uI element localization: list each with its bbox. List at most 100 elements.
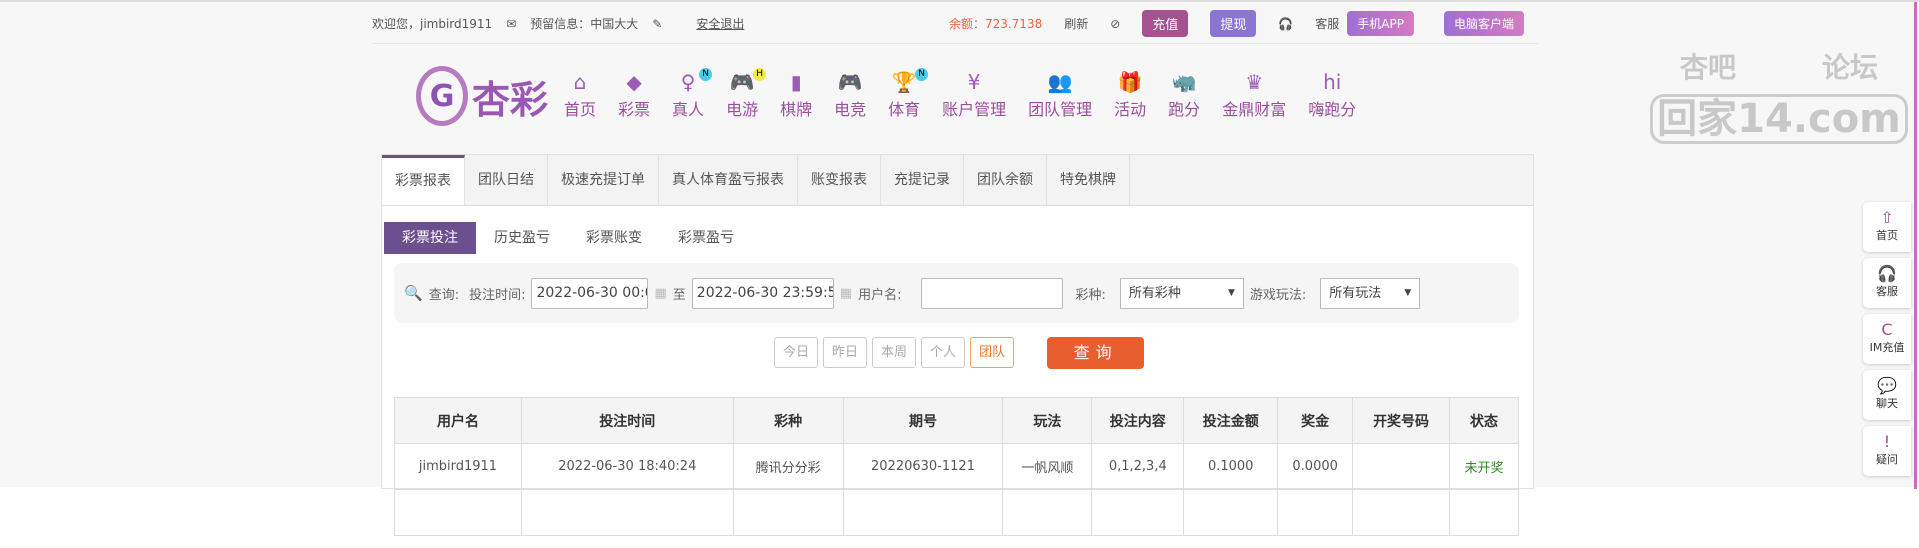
sub-tab[interactable]: 彩票投注	[384, 222, 476, 254]
rhino-icon: 🦏	[1171, 70, 1197, 94]
tab[interactable]: 特免棋牌	[1047, 155, 1130, 205]
nav-item[interactable]: 🎮 电游 H	[722, 68, 767, 120]
refresh-link[interactable]: 刷新	[1064, 15, 1088, 32]
arrow-up-icon: ⇧	[1880, 208, 1894, 227]
table-cell: 腾讯分分彩	[732, 443, 844, 490]
table-cell	[1002, 489, 1093, 536]
calendar-icon[interactable]: ▦	[840, 286, 852, 301]
ticket-icon: ◆	[626, 70, 642, 94]
pc-client-button[interactable]: 电脑客户端	[1443, 11, 1524, 36]
headset-icon: 🎧	[1278, 16, 1294, 31]
table-cell	[1352, 489, 1450, 536]
column-header: 奖金	[1277, 397, 1354, 444]
nav-item[interactable]: ♀ 真人 N	[668, 68, 713, 120]
sub-tab[interactable]: 历史盈亏	[476, 222, 568, 254]
eye-hide-icon[interactable]: ⊘	[1110, 17, 1120, 31]
nav-label: 彩票	[618, 100, 651, 119]
sub-tab[interactable]: 彩票账变	[568, 222, 660, 254]
dealer-icon: ♀	[680, 70, 696, 94]
table-cell	[842, 489, 1004, 536]
side-button[interactable]: 💬 聊天	[1863, 370, 1911, 420]
username-input[interactable]	[921, 277, 1064, 309]
nav-item[interactable]: ⌂ 首页	[560, 70, 600, 120]
quick-filter-button[interactable]: 本周	[872, 337, 917, 368]
nav-label: 真人	[672, 100, 705, 119]
mobile-app-button[interactable]: 手机APP	[1347, 11, 1414, 36]
tab[interactable]: 团队余额	[964, 155, 1047, 205]
nav-item[interactable]: ♛ 金鼎财富	[1218, 70, 1290, 120]
table-cell: 未开奖	[1449, 443, 1519, 490]
quick-filter-button[interactable]: 个人	[921, 337, 966, 368]
page: 欢迎您，jimbird1911 ✉ 预留信息：中国大大 ✎ 安全退出 余额：72…	[0, 0, 1919, 536]
side-button[interactable]: 🎧 客服	[1863, 258, 1911, 308]
nav-item[interactable]: ▮ 棋牌	[776, 70, 816, 120]
lottery-label: 彩种:	[1075, 287, 1106, 303]
sub-tab[interactable]: 彩票盈亏	[660, 222, 752, 254]
quick-filter-button[interactable]: 今日	[774, 337, 819, 368]
nav-label: 账户管理	[942, 100, 1007, 119]
nav-item[interactable]: ¥ 账户管理	[938, 70, 1010, 120]
nav-item[interactable]: hi 嗨跑分	[1304, 70, 1360, 120]
lottery-select-value: 所有彩种	[1128, 285, 1181, 301]
tab[interactable]: 真人体育盈亏报表	[659, 155, 798, 205]
lottery-select[interactable]: 所有彩种 ▼	[1119, 277, 1244, 309]
nav-label: 跑分	[1168, 100, 1201, 119]
dropdown-arrow-icon: ▼	[1227, 287, 1235, 298]
mail-icon[interactable]: ✉	[506, 17, 516, 31]
withdraw-button[interactable]: 提现	[1210, 10, 1257, 37]
to-label: 至	[672, 287, 686, 303]
side-label: IM充值	[1869, 341, 1905, 354]
side-button[interactable]: C IM充值	[1863, 314, 1911, 364]
gift-icon: 🎁	[1117, 70, 1143, 94]
table-cell: 20220630-1121	[842, 443, 1004, 490]
tripod-icon: ♛	[1245, 70, 1264, 94]
nav-label: 棋牌	[780, 100, 813, 119]
calendar-icon[interactable]: ▦	[654, 286, 666, 301]
nav-item[interactable]: ◆ 彩票	[614, 70, 654, 120]
report-tabs: 彩票报表 团队日结 极速充提订单 真人体育盈亏报表 账变报表 充提记录 团队余额 特免棋牌	[382, 155, 1533, 206]
logo[interactable]: G 杏彩	[416, 66, 548, 126]
chat-icon: 💬	[1877, 376, 1897, 395]
balance: 余额：723.7138	[948, 17, 1043, 31]
side-button[interactable]: ! 疑问	[1863, 426, 1911, 476]
filter-bar: 🔍 查询: 投注时间: 2022-06-30 00:00:00 ▦ 至 2022…	[394, 263, 1519, 323]
tab[interactable]: 极速充提订单	[548, 155, 659, 205]
edit-icon[interactable]: ✎	[652, 17, 662, 31]
search-icon: 🔍	[404, 284, 423, 302]
welcome-text: 欢迎您，jimbird1911	[372, 17, 493, 31]
table-cell	[1183, 489, 1279, 536]
tab[interactable]: 账变报表	[798, 155, 881, 205]
table-cell: jimbird1911	[394, 443, 522, 490]
cards-icon: ▮	[790, 70, 802, 94]
tab[interactable]: 团队日结	[465, 155, 548, 205]
start-time-input[interactable]: 2022-06-30 00:00:00	[531, 277, 649, 309]
column-header: 期号	[842, 397, 1004, 444]
nav-label: 电竞	[834, 100, 867, 119]
service-link[interactable]: 客服	[1315, 15, 1339, 32]
nav-item[interactable]: 🏆 体育 N	[884, 68, 929, 120]
table-cell: 一帆风顺	[1002, 443, 1093, 490]
scrollbar[interactable]	[1914, 2, 1917, 489]
side-button[interactable]: ⇧ 首页	[1863, 202, 1911, 252]
nav-item[interactable]: 👥 团队管理	[1024, 70, 1096, 120]
search-button[interactable]: 查询	[1047, 337, 1145, 369]
recharge-button[interactable]: 充值	[1142, 10, 1189, 37]
nav-badge: H	[753, 68, 767, 81]
nav-item[interactable]: 🎁 活动	[1110, 70, 1150, 120]
nav-item[interactable]: 🦏 跑分	[1164, 70, 1204, 120]
tab[interactable]: 充提记录	[881, 155, 964, 205]
logout-link[interactable]: 安全退出	[696, 15, 744, 32]
end-time-input[interactable]: 2022-06-30 23:59:59	[691, 277, 834, 309]
table-cell: 2022-06-30 18:40:24	[520, 443, 734, 490]
nav-badge: N	[699, 68, 713, 81]
quick-filter-button[interactable]: 昨日	[823, 337, 868, 368]
logo-text: 杏彩	[472, 77, 549, 122]
table-cell	[732, 489, 844, 536]
tab[interactable]: 彩票报表	[382, 155, 465, 205]
quick-filter-button[interactable]: 团队	[970, 337, 1015, 368]
column-header: 投注内容	[1091, 397, 1185, 444]
nav-item[interactable]: 🎮 电竞	[830, 70, 870, 120]
report-panel: 彩票报表 团队日结 极速充提订单 真人体育盈亏报表 账变报表 充提记录 团队余额 特免棋牌 彩…	[381, 154, 1534, 536]
play-select[interactable]: 所有玩法 ▼	[1320, 277, 1421, 309]
column-header: 投注时间	[520, 397, 734, 444]
